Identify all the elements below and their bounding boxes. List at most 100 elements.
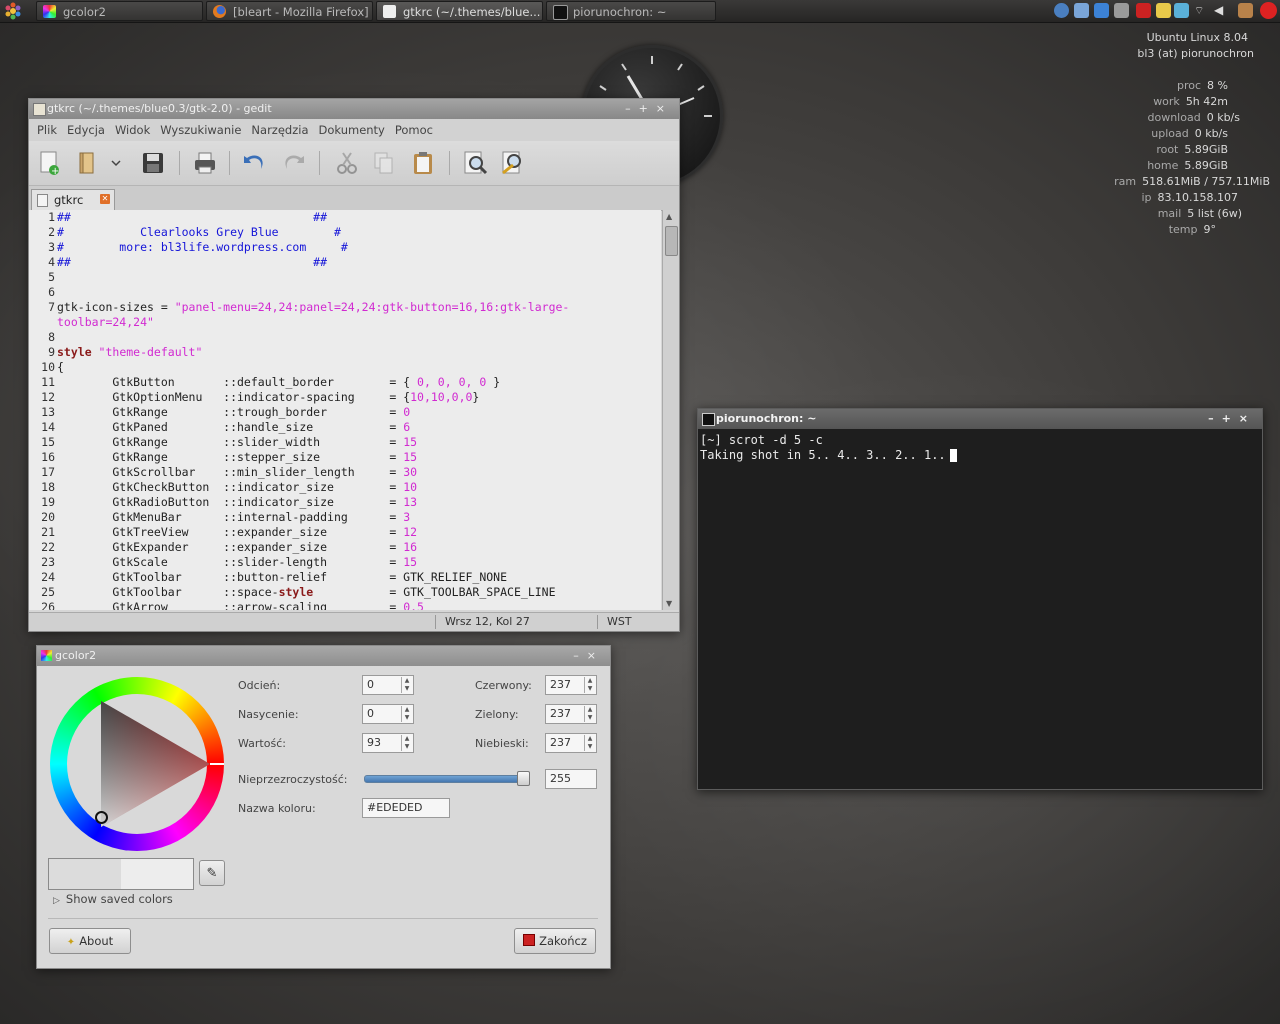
- document-icon: [37, 194, 48, 207]
- code-token: 6: [403, 420, 411, 434]
- spin-arrows-icon[interactable]: ▲ ▼: [584, 735, 595, 751]
- scroll-thumb[interactable]: [665, 226, 678, 256]
- menu-pomoc[interactable]: Pomoc: [395, 123, 433, 137]
- conky-row: ip 83.10.158.107: [1020, 190, 1238, 206]
- chevron-down-icon[interactable]: [109, 149, 123, 177]
- download-icon[interactable]: [1136, 3, 1151, 18]
- tab-gtkrc[interactable]: gtkrc ✕: [31, 189, 115, 210]
- window-title: gtkrc (~/.themes/blue0.3/gtk-2.0) - gedi…: [47, 102, 272, 115]
- menu-narzedzia[interactable]: Narzędzia: [251, 123, 308, 137]
- volume-icon[interactable]: ◀: [1214, 3, 1229, 18]
- opacity-field[interactable]: 255: [545, 769, 597, 789]
- color-name-field[interactable]: #EDEDED: [362, 798, 450, 818]
- taskbar-item-gcolor2[interactable]: gcolor2: [36, 1, 203, 21]
- window-controls[interactable]: –×: [573, 646, 604, 666]
- opacity-value: 255: [550, 772, 571, 785]
- opacity-slider-track[interactable]: [364, 775, 530, 783]
- terminal-titlebar[interactable]: piorunochron: ~ –+×: [698, 409, 1262, 429]
- hue-label: Odcień:: [238, 679, 281, 692]
- code-token: }: [486, 375, 501, 389]
- window-controls[interactable]: –+×: [625, 99, 673, 119]
- about-button[interactable]: ✦ About: [49, 928, 131, 954]
- save-icon[interactable]: [139, 149, 167, 177]
- opacity-slider-handle[interactable]: [517, 771, 530, 786]
- menu-wyszukiwanie[interactable]: Wyszukiwanie: [160, 123, 241, 137]
- line-number: 14: [41, 420, 55, 434]
- folder-icon[interactable]: [1238, 3, 1253, 18]
- code-line: 18 GtkCheckButton ::indicator_size = 10: [29, 480, 661, 495]
- blue-spin[interactable]: 237 ▲ ▼: [545, 733, 597, 753]
- dropbox-icon[interactable]: [1174, 3, 1189, 18]
- network-icon[interactable]: [1074, 3, 1089, 18]
- value-spin[interactable]: 93 ▲ ▼: [362, 733, 414, 753]
- print-icon[interactable]: [191, 149, 219, 177]
- scroll-down-arrow[interactable]: ▼: [666, 599, 672, 608]
- code-line: 24 GtkToolbar ::button-relief = GTK_RELI…: [29, 570, 661, 585]
- menu-plik[interactable]: Plik: [37, 123, 57, 137]
- code-line: 2 # Clearlooks Grey Blue #: [29, 225, 661, 240]
- spin-arrows-icon[interactable]: ▲ ▼: [584, 677, 595, 693]
- copy-icon[interactable]: [369, 149, 397, 177]
- opacity-label: Nieprzezroczystość:: [238, 773, 348, 786]
- conky-os: Ubuntu Linux 8.04: [1146, 31, 1248, 44]
- saturation-spin[interactable]: 0 ▲ ▼: [362, 704, 414, 724]
- previous-color-swatch: [49, 859, 121, 889]
- code-line: 1 ## ##: [29, 210, 661, 225]
- hue-spin[interactable]: 0 ▲ ▼: [362, 675, 414, 695]
- saturation-value-triangle[interactable]: [50, 677, 224, 851]
- undo-icon[interactable]: [241, 149, 269, 177]
- paste-icon[interactable]: [409, 149, 437, 177]
- code-token: 15: [403, 450, 418, 464]
- line-number: 5: [48, 270, 55, 284]
- mail-icon[interactable]: [1094, 3, 1109, 18]
- code-token: GtkArrow ::arrow-scaling =: [57, 600, 404, 610]
- color-picker-marker[interactable]: [95, 811, 108, 824]
- main-menu-icon[interactable]: [4, 2, 22, 20]
- window-controls[interactable]: –+×: [1208, 409, 1256, 429]
- current-color-swatch: [121, 859, 193, 889]
- line-number: 26: [41, 600, 55, 610]
- wifi-icon[interactable]: ⌔: [1194, 3, 1209, 18]
- menu-edycja[interactable]: Edycja: [67, 123, 105, 137]
- tab-label: gtkrc: [54, 193, 84, 207]
- status-separator: [597, 615, 598, 629]
- gedit-titlebar[interactable]: gtkrc (~/.themes/blue0.3/gtk-2.0) - gedi…: [29, 99, 679, 119]
- red-spin[interactable]: 237 ▲ ▼: [545, 675, 597, 695]
- taskbar-item-terminal[interactable]: piorunochron: ~: [546, 1, 716, 21]
- conky-label: ram: [1114, 175, 1137, 188]
- menu-widok[interactable]: Widok: [115, 123, 150, 137]
- quit-button[interactable]: Zakończ: [514, 928, 596, 954]
- eyedropper-button[interactable]: ✎: [199, 860, 225, 886]
- green-spin[interactable]: 237 ▲ ▼: [545, 704, 597, 724]
- spin-arrows-icon[interactable]: ▲ ▼: [401, 735, 412, 751]
- mail-icon[interactable]: [1114, 3, 1129, 18]
- spin-arrows-icon[interactable]: ▲ ▼: [401, 677, 412, 693]
- spin-arrows-icon[interactable]: ▲ ▼: [401, 706, 412, 722]
- code-token: {: [57, 360, 64, 374]
- power-icon[interactable]: [1260, 2, 1277, 19]
- code-editor[interactable]: 1 ## ## 2 # Clearlooks Grey Blue #3 # more: …: [29, 210, 661, 610]
- scroll-up-arrow[interactable]: ▲: [666, 212, 672, 221]
- spin-arrows-icon[interactable]: ▲ ▼: [584, 706, 595, 722]
- close-icon[interactable]: ✕: [100, 194, 110, 204]
- taskbar-item-gedit[interactable]: gtkrc (~/.themes/blue...: [376, 1, 543, 21]
- search-replace-icon[interactable]: [499, 149, 527, 177]
- conky-value: 5.89GiB: [1184, 143, 1228, 156]
- show-saved-colors-expander[interactable]: ▷ Show saved colors: [53, 892, 173, 906]
- taskbar-item-firefox[interactable]: [bleart - Mozilla Firefox]: [206, 1, 373, 21]
- vertical-scrollbar[interactable]: ▲ ▼: [662, 210, 679, 610]
- terminal-output[interactable]: [~] scrot -d 5 -c Taking shot in 5.. 4..…: [698, 429, 1262, 467]
- menu-dokumenty[interactable]: Dokumenty: [319, 123, 385, 137]
- code-token: toolbar=24,24": [57, 315, 154, 329]
- cut-icon[interactable]: [333, 149, 361, 177]
- redo-icon[interactable]: [279, 149, 307, 177]
- search-icon[interactable]: [461, 149, 489, 177]
- notes-icon[interactable]: [1156, 3, 1171, 18]
- gear-icon[interactable]: [1054, 3, 1069, 18]
- open-file-icon[interactable]: [73, 149, 101, 177]
- gcolor2-titlebar[interactable]: gcolor2 –×: [37, 646, 610, 666]
- new-document-icon[interactable]: +: [35, 149, 63, 177]
- code-token: gtk-icon-sizes =: [57, 300, 175, 314]
- conky-row: home 5.89GiB: [1020, 158, 1228, 174]
- terminal-icon: [702, 413, 715, 426]
